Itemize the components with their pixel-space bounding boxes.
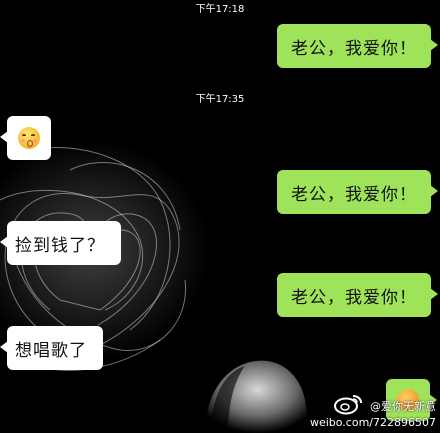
message-bubble-outgoing[interactable]: 老公，我爱你！ — [277, 273, 438, 317]
message-text: 老公，我爱你！ — [291, 184, 417, 205]
kissing-face-icon — [18, 127, 40, 149]
message-text: 老公，我爱你！ — [291, 287, 417, 308]
timestamp: 下午17:18 — [195, 4, 245, 15]
message-bubble-incoming[interactable]: 捡到钱了？ — [0, 221, 121, 265]
message-bubble-outgoing[interactable]: 老公，我爱你！ — [277, 170, 438, 214]
message-bubble-outgoing[interactable]: 老公，我爱你！ — [277, 24, 438, 68]
message-bubble-incoming[interactable]: 想唱歌了 — [0, 326, 103, 370]
message-text: 想唱歌了 — [15, 340, 87, 361]
message-text: 捡到钱了？ — [15, 235, 105, 256]
message-bubble-incoming[interactable] — [0, 116, 51, 160]
timestamp: 下午17:35 — [195, 94, 245, 105]
face-silhouette — [205, 360, 310, 433]
message-text: 老公，我爱你！ — [291, 38, 417, 59]
weibo-logo-icon — [334, 395, 362, 415]
watermark-handle: @爱你无新意 — [370, 400, 436, 413]
watermark-url: weibo.com/722896507 — [309, 416, 436, 429]
